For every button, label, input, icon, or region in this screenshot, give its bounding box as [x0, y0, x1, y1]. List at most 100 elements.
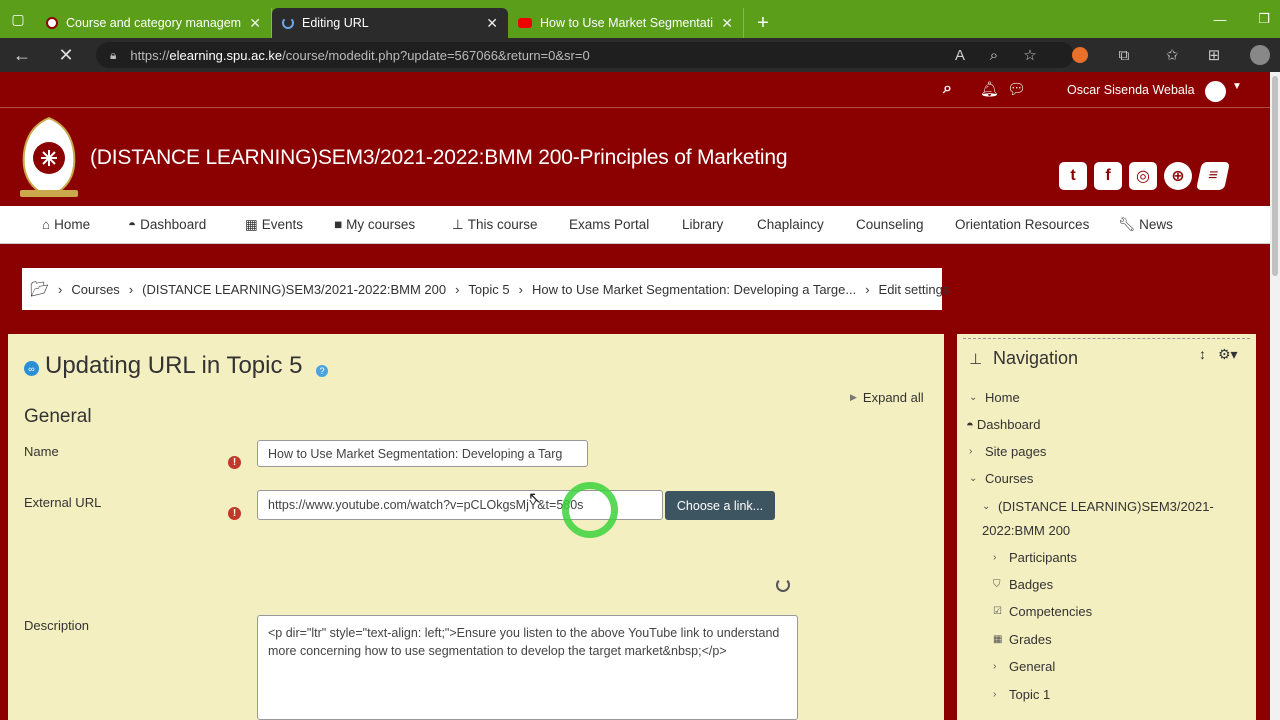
breadcrumb-item[interactable]: Topic 5 [468, 282, 509, 297]
breadcrumb-item[interactable]: (DISTANCE LEARNING)SEM3/2021-2022:BMM 20… [142, 282, 446, 297]
menu-label: Library [682, 217, 724, 232]
menu-exams-portal[interactable]: Exams Portal [569, 217, 649, 232]
instagram-icon[interactable]: ◎ [1129, 162, 1157, 190]
nav-label: Topic 1 [1009, 687, 1051, 702]
back-icon[interactable]: ← [0, 38, 44, 72]
nav-label: Participants [1009, 550, 1077, 565]
close-tab-icon[interactable]: ✕ [721, 15, 733, 32]
globe-icon[interactable]: ⊕ [1164, 162, 1192, 190]
navigation-title: Navigation [993, 348, 1079, 368]
section-general-heading[interactable]: General [24, 406, 92, 428]
name-field[interactable]: How to Use Market Segmentation: Developi… [257, 440, 588, 467]
nav-label: (DISTANCE LEARNING)SEM3/2021- [998, 499, 1214, 514]
help-icon[interactable]: ? [316, 365, 328, 377]
nav-label: Home [985, 390, 1020, 405]
tab-actions-icon[interactable]: ▢ [0, 0, 36, 38]
twitter-icon[interactable]: t [1059, 162, 1087, 190]
new-tab-icon[interactable]: + [748, 8, 778, 38]
lock-icon: 🔒︎ [110, 47, 117, 62]
browser-tab-youtube[interactable]: How to Use Market Segmentatio ✕ [508, 8, 744, 38]
breadcrumb-item[interactable]: How to Use Market Segmentation: Developi… [532, 282, 856, 297]
move-block-icon[interactable]: ↕ [1199, 346, 1206, 362]
breadcrumb-separator: › [58, 281, 63, 297]
close-tab-icon[interactable]: ✕ [249, 15, 261, 32]
menu-events[interactable]: ▦ Events [245, 217, 303, 233]
book-icon[interactable]: ≡ [1196, 162, 1230, 190]
nav-label: Courses [985, 471, 1034, 486]
nav-item-course[interactable]: ⌄ (DISTANCE LEARNING)SEM3/2021- [982, 499, 1214, 514]
nav-item-site-pages[interactable]: › Site pages [969, 444, 1046, 459]
menu-my-courses[interactable]: ■ My courses [334, 217, 415, 232]
read-aloud-icon[interactable]: A [943, 38, 977, 72]
address-bar[interactable]: 🔒︎ https://elearning.spu.ac.ke/course/mo… [96, 42, 1074, 68]
user-name[interactable]: Oscar Sisenda Webala [1067, 83, 1195, 97]
folder-icon[interactable]: 📂︎ [30, 280, 49, 298]
choose-link-button[interactable]: Choose a link... [665, 491, 775, 520]
course-header: (DISTANCE LEARNING)SEM3/2021-2022:BMM 20… [0, 108, 1270, 206]
nav-label: General [1009, 659, 1056, 674]
moodle-top-navbar: ⌕ 🔔︎ 💬︎ Oscar Sisenda Webala ▼ [0, 72, 1270, 108]
chevron-down-icon[interactable]: ▼ [1232, 81, 1242, 92]
nav-item-grades[interactable]: ▦ Grades [993, 632, 1052, 647]
dashboard-icon: ◓ [128, 217, 137, 232]
spu-favicon-icon [46, 17, 58, 29]
facebook-icon[interactable]: f [1094, 162, 1122, 190]
menu-this-course[interactable]: ⊥ This course [452, 217, 538, 233]
nav-item-general[interactable]: › General [993, 659, 1055, 674]
nav-item-course-cont[interactable]: 2022:BMM 200 [982, 523, 1070, 538]
nav-item-topic-1[interactable]: › Topic 1 [993, 687, 1050, 702]
url-path: /course/modedit.php?update=567066&return… [282, 47, 590, 63]
nav-item-courses[interactable]: ⌄ Courses [969, 471, 1033, 486]
menu-chaplaincy[interactable]: Chaplaincy [757, 217, 824, 232]
search-icon[interactable]: ⌕ [943, 80, 952, 98]
extensions-icon[interactable]: ⧉ [1107, 38, 1141, 72]
minimize-icon[interactable]: — [1198, 0, 1242, 38]
add-favorite-icon[interactable]: ☆ [1013, 38, 1047, 72]
expand-all-link[interactable]: ▶ Expand all [850, 390, 924, 405]
breadcrumb-item[interactable]: Edit settings [879, 282, 950, 297]
zoom-icon[interactable]: ⌕ [977, 38, 1011, 72]
nav-item-competencies[interactable]: ☑ Competencies [993, 604, 1092, 619]
collections-icon[interactable]: ⊞ [1197, 38, 1231, 72]
browser-tab-editing-url[interactable]: Editing URL ✕ [272, 8, 508, 38]
breadcrumb-item[interactable]: Courses [71, 282, 119, 297]
nav-item-dashboard[interactable]: ◓ Dashboard [966, 417, 1040, 432]
restore-icon[interactable]: ❐ [1242, 0, 1280, 38]
breadcrumb-separator: › [128, 281, 134, 297]
stop-loading-icon[interactable]: ✕ [44, 38, 88, 72]
menu-label: Orientation Resources [955, 217, 1090, 232]
menu-label: Counseling [856, 217, 924, 232]
breadcrumb-separator: › [455, 281, 460, 297]
gear-icon[interactable]: ⚙▾ [1218, 346, 1238, 363]
menu-label: Events [261, 217, 304, 232]
expand-all-label: Expand all [862, 390, 924, 405]
nav-item-home[interactable]: ⌄ Home [969, 390, 1020, 405]
description-editor[interactable]: <p dir="ltr" style="text-align: left;">E… [257, 615, 798, 720]
favorites-icon[interactable]: ✩ [1155, 38, 1189, 72]
profile-icon[interactable] [1243, 38, 1277, 72]
menu-orientation-resources[interactable]: Orientation Resources [955, 217, 1089, 232]
page-scrollbar[interactable] [1270, 72, 1280, 720]
menu-dashboard[interactable]: ◓ Dashboard [128, 217, 206, 232]
nav-label: Competencies [1009, 604, 1093, 619]
menu-counseling[interactable]: Counseling [856, 217, 924, 232]
close-tab-icon[interactable]: ✕ [486, 15, 498, 32]
nav-item-participants[interactable]: › Participants [993, 550, 1077, 565]
nav-item-badges[interactable]: ⛉ Badges [993, 577, 1053, 592]
menu-news[interactable]: 🔧︎ News [1118, 217, 1173, 233]
avatar[interactable] [1205, 81, 1226, 102]
extension-icon[interactable] [1063, 38, 1097, 72]
notifications-icon[interactable]: 🔔︎ [980, 80, 999, 98]
tab-label: How to Use Market Segmentatio [540, 16, 714, 30]
menu-library[interactable]: Library [682, 217, 723, 232]
menu-label: This course [467, 217, 538, 232]
nav-label: Grades [1009, 632, 1052, 647]
sitemap-icon: ⊥ [969, 351, 983, 368]
menu-home[interactable]: ⌂ Home [42, 217, 90, 232]
messages-icon[interactable]: 💬︎ [1007, 80, 1026, 98]
navigation-block: ⊥ Navigation ↕ ⚙▾ ⌄ Home ◓ Dashboard › Site… [957, 334, 1256, 720]
browser-tab-course-management[interactable]: Course and category manageme ✕ [36, 8, 272, 38]
shield-icon: ⛉ [993, 579, 1001, 590]
scrollbar-thumb[interactable] [1272, 76, 1278, 276]
chevron-down-icon: ⌄ [969, 392, 978, 403]
